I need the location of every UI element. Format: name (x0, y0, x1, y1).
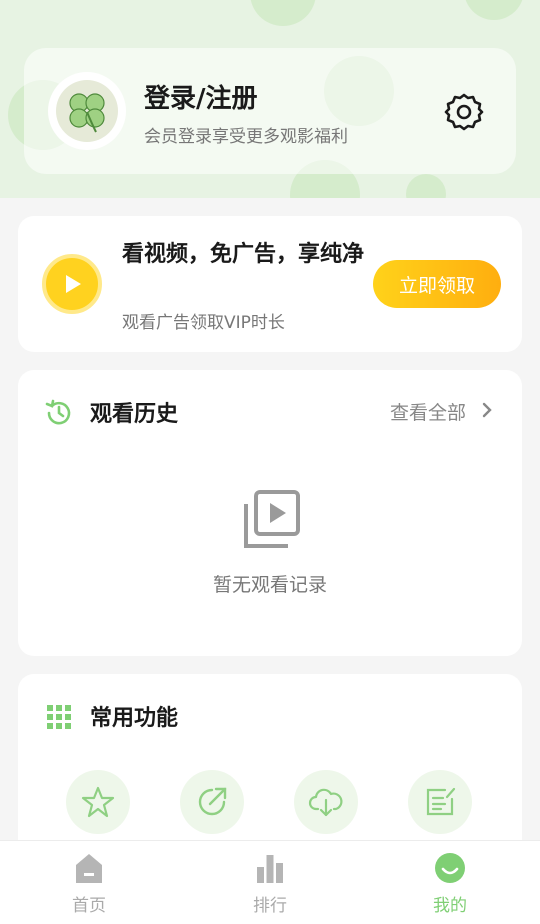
gear-icon[interactable] (444, 92, 484, 132)
downloads-button[interactable] (294, 770, 358, 834)
home-icon (76, 854, 102, 883)
history-icon (45, 399, 71, 425)
login-subtitle: 会员登录享受更多观影福利 (144, 127, 348, 147)
avatar[interactable] (48, 72, 126, 150)
tab-home-label: 首页 (72, 896, 106, 916)
tab-mine[interactable]: 我的 (405, 851, 495, 921)
grid-icon (47, 705, 71, 729)
tab-ranking[interactable]: 排行 (225, 851, 315, 921)
decor-bubble (250, 0, 316, 26)
login-register-link[interactable]: 登录/注册 (144, 78, 258, 115)
watch-history-section: 观看历史 查看全部 暂无观看记录 (18, 370, 522, 656)
play-icon (42, 254, 102, 314)
claim-now-button[interactable]: 立即领取 (373, 260, 501, 308)
clover-icon (69, 93, 105, 133)
share-icon (198, 787, 227, 816)
vip-promo-card: 看视频，免广告，享纯净 观看广告领取VIP时长 立即领取 (18, 216, 522, 352)
bottom-tab-bar: 首页 排行 我的 (0, 840, 540, 924)
decor-bubble (464, 0, 524, 20)
chevron-right-icon[interactable] (480, 400, 494, 420)
promo-subtitle: 观看广告领取VIP时长 (122, 313, 285, 333)
feedback-button[interactable] (408, 770, 472, 834)
favorites-button[interactable] (66, 770, 130, 834)
empty-history-text: 暂无观看记录 (212, 574, 327, 596)
cloud-download-icon (308, 788, 343, 817)
share-button[interactable] (180, 770, 244, 834)
feedback-icon (426, 787, 456, 816)
video-library-icon (244, 490, 300, 548)
star-icon (81, 786, 115, 818)
tab-mine-label: 我的 (433, 896, 467, 916)
promo-title: 看视频，免广告，享纯净 (122, 242, 365, 267)
profile-smile-icon (435, 853, 465, 883)
view-all-link[interactable]: 查看全部 (390, 398, 466, 425)
profile-card[interactable]: 登录/注册 会员登录享受更多观影福利 (24, 48, 516, 174)
functions-title: 常用功能 (90, 706, 179, 731)
profile-header: 登录/注册 会员登录享受更多观影福利 (0, 0, 540, 198)
tab-ranking-label: 排行 (253, 896, 287, 916)
decor-bubble (406, 174, 446, 198)
ranking-icon (257, 855, 283, 883)
tab-home[interactable]: 首页 (44, 851, 134, 921)
history-title: 观看历史 (90, 402, 179, 427)
